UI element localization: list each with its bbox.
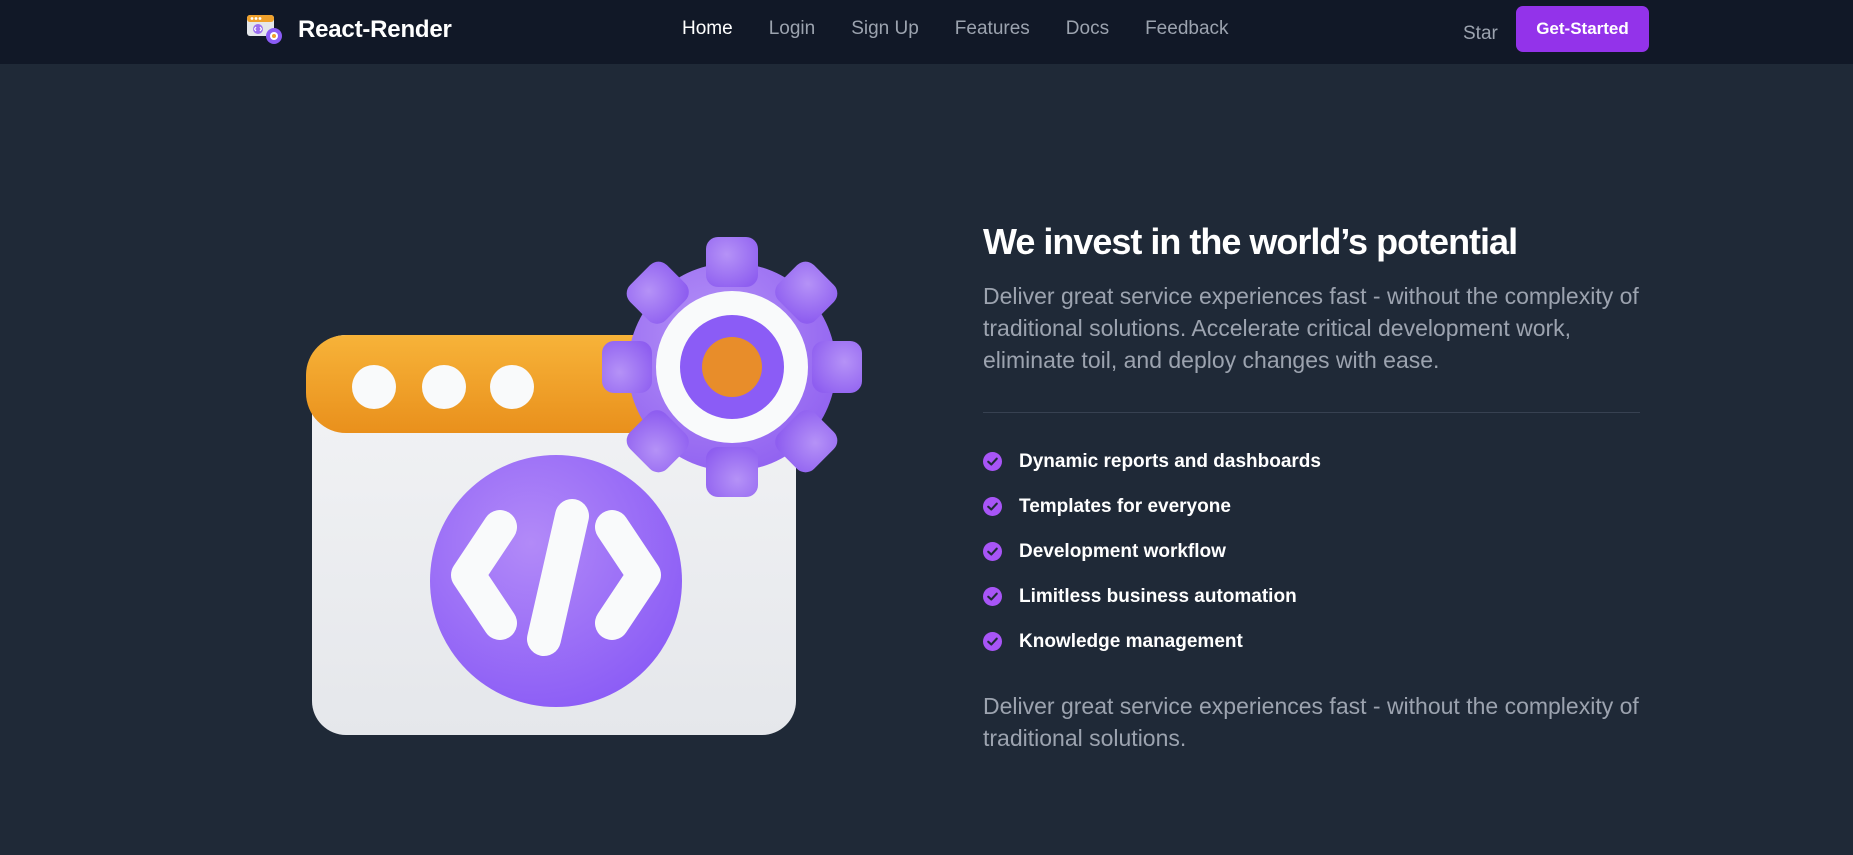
check-circle-icon: [983, 452, 1002, 471]
brand-name: React-Render: [298, 16, 452, 43]
feature-item: Templates for everyone: [983, 484, 1643, 529]
nav-link-features[interactable]: Features: [955, 18, 1030, 40]
check-circle-icon: [983, 542, 1002, 561]
nav-link-sign-up[interactable]: Sign Up: [851, 18, 919, 40]
feature-label: Templates for everyone: [1019, 495, 1231, 517]
brand[interactable]: React-Render: [246, 12, 452, 48]
nav-link-docs[interactable]: Docs: [1066, 18, 1109, 40]
brand-logo-icon: [247, 15, 282, 44]
hero-headline: We invest in the world’s potential: [983, 221, 1518, 262]
top-navbar: React-Render Home Login Sign Up Features…: [0, 0, 1853, 64]
hero-content: We invest in the world’s potential Deliv…: [983, 220, 1643, 754]
check-circle-icon: [983, 497, 1002, 516]
nav-link-feedback[interactable]: Feedback: [1145, 18, 1228, 40]
feature-label: Dynamic reports and dashboards: [1019, 450, 1321, 472]
feature-item: Dynamic reports and dashboards: [983, 439, 1643, 484]
hero-closing-text: Deliver great service experiences fast -…: [983, 693, 1639, 751]
divider: [983, 412, 1640, 413]
window-dot: [490, 365, 534, 409]
star-link[interactable]: Star: [1463, 23, 1498, 45]
feature-item: Development workflow: [983, 529, 1643, 574]
feature-label: Development workflow: [1019, 540, 1226, 562]
feature-label: Limitless business automation: [1019, 585, 1297, 607]
window-dot: [422, 365, 466, 409]
main-nav: Home Login Sign Up Features Docs Feedbac…: [682, 18, 1265, 40]
check-circle-icon: [983, 632, 1002, 651]
feature-list: Dynamic reports and dashboards Templates…: [983, 439, 1643, 664]
feature-item: Knowledge management: [983, 619, 1643, 664]
gear-icon: [602, 237, 862, 497]
window-dot: [352, 365, 396, 409]
check-circle-icon: [983, 587, 1002, 606]
nav-link-login[interactable]: Login: [769, 18, 816, 40]
hero-lead: Deliver great service experiences fast -…: [983, 283, 1639, 373]
get-started-button[interactable]: Get-Started: [1516, 6, 1649, 52]
feature-item: Limitless business automation: [983, 574, 1643, 619]
feature-label: Knowledge management: [1019, 630, 1243, 652]
code-window-gear-icon: [306, 237, 862, 735]
nav-link-home[interactable]: Home: [682, 18, 733, 40]
